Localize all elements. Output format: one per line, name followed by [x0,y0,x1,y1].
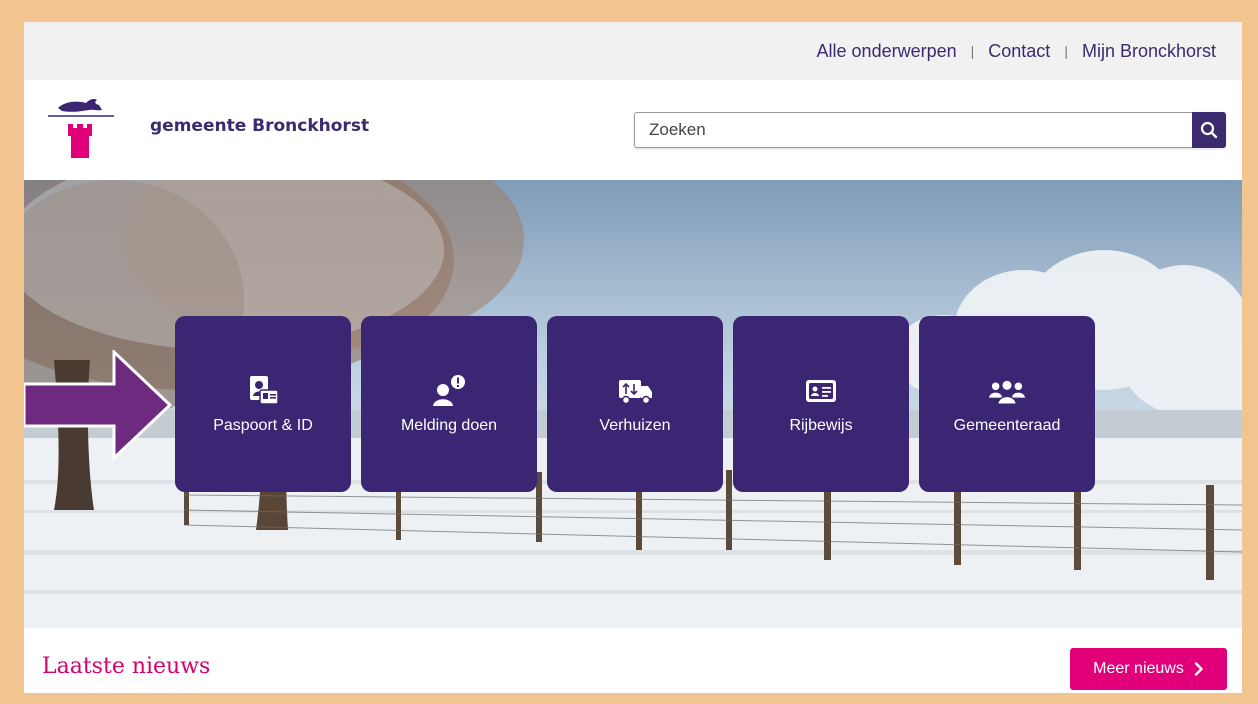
tile-label: Verhuizen [599,417,671,434]
tile-label: Paspoort & ID [213,417,313,434]
more-news-label: Meer nieuws [1093,660,1184,677]
news-section: Laatste nieuws Meer nieuws [24,628,1242,693]
drivers-license-icon [803,373,839,409]
chevron-right-icon [1194,662,1203,676]
council-icon [989,373,1025,409]
search-icon [1200,121,1218,139]
moving-truck-icon [617,373,653,409]
tile-rijbewijs[interactable]: Rijbewijs [733,316,909,492]
nav-link-contact[interactable]: Contact [988,41,1050,62]
annotation-arrow-icon [24,350,173,460]
nav-separator: | [970,43,975,59]
site-header: gemeente Bronckhorst [24,80,1242,180]
tile-label: Rijbewijs [789,417,853,434]
tile-gemeenteraad[interactable]: Gemeenteraad [919,316,1095,492]
search-button[interactable] [1192,112,1226,148]
news-heading: Laatste nieuws [42,654,211,679]
more-news-button[interactable]: Meer nieuws [1070,648,1227,690]
brand-name: gemeente Bronckhorst [150,116,370,136]
passport-id-icon [245,373,281,409]
tile-label: Gemeenteraad [953,417,1061,434]
nav-separator: | [1064,43,1068,59]
search-input[interactable] [635,113,1193,147]
tile-paspoort-id[interactable]: Paspoort & ID [175,316,351,492]
hero-banner: Paspoort & ID Melding doen Verhuizen Rij… [24,180,1242,628]
nav-link-mijn-bronckhorst[interactable]: Mijn Bronckhorst [1082,41,1216,62]
top-navigation: Alle onderwerpen | Contact | Mijn Bronck… [24,22,1242,80]
browser-page: Alle onderwerpen | Contact | Mijn Bronck… [24,22,1242,693]
municipality-logo[interactable] [42,94,120,162]
nav-link-alle-onderwerpen[interactable]: Alle onderwerpen [817,41,957,62]
tile-melding-doen[interactable]: Melding doen [361,316,537,492]
report-icon [431,373,467,409]
tile-label: Melding doen [400,417,498,434]
tile-verhuizen[interactable]: Verhuizen [547,316,723,492]
search-box [634,112,1226,148]
